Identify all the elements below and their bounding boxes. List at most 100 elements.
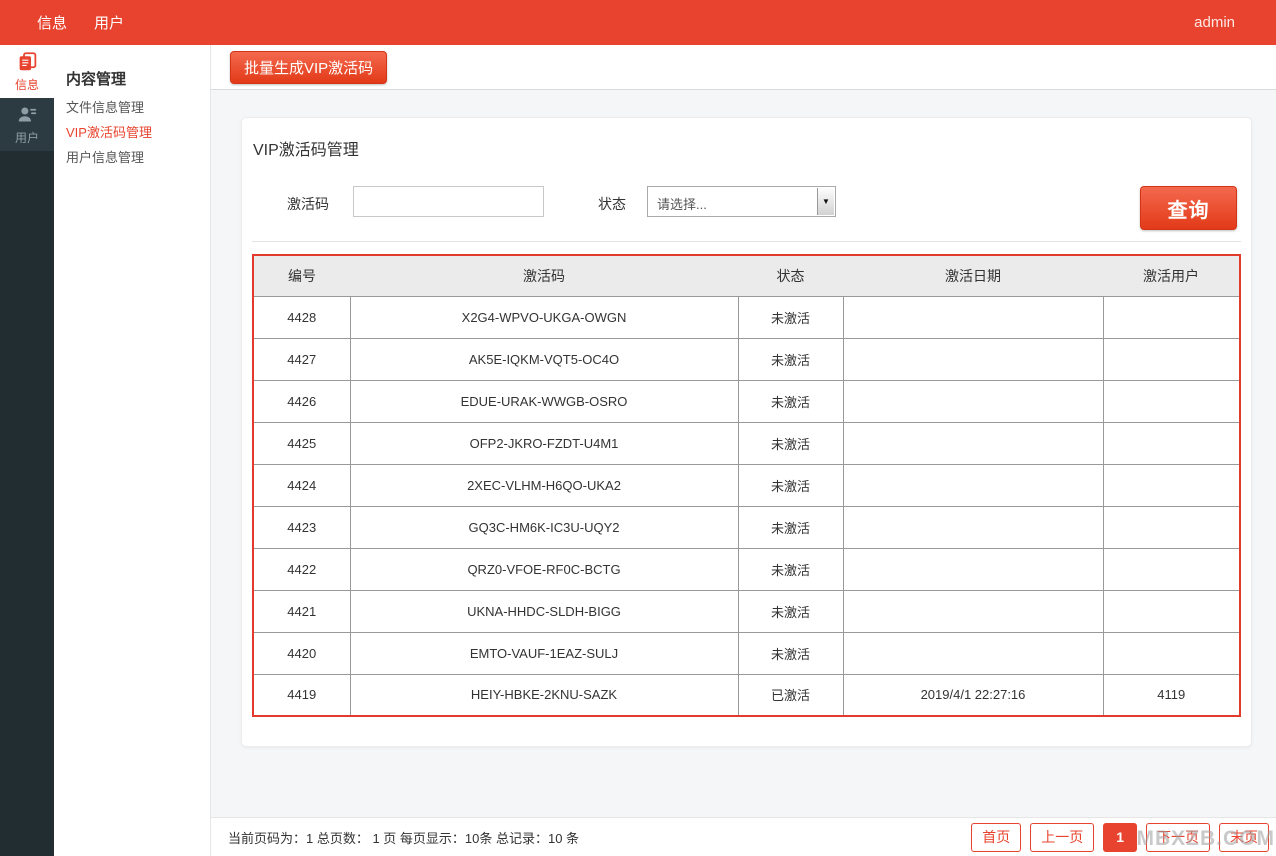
codes-table: 编号 激活码 状态 激活日期 激活用户 4428 X2G4-WPVO-UKGA-OWGN 未… <box>252 254 1241 717</box>
table-cell: 4424 <box>252 463 351 507</box>
column-header: 激活用户 <box>1103 255 1240 297</box>
top-nav-user[interactable]: 用户 <box>94 12 124 33</box>
status-select[interactable]: 请选择... ▼ <box>647 186 836 217</box>
column-header: 激活码 <box>350 255 738 297</box>
page-button-current[interactable]: 1 <box>1103 822 1137 852</box>
table-cell: 未激活 <box>737 379 844 423</box>
table-cell <box>1102 379 1241 423</box>
code-field-label: 激活码 <box>287 196 329 212</box>
table-row: 4420 EMTO-VAUF-1EAZ-SULJ 未激活 <box>252 631 1241 675</box>
pagination-button[interactable]: 首页 <box>971 822 1022 852</box>
documents-icon <box>17 51 38 75</box>
table-cell: 未激活 <box>737 337 844 381</box>
status-select-value: 请选择... <box>657 197 707 212</box>
table-cell <box>1102 547 1241 591</box>
rail-item-info[interactable]: 信息 <box>0 45 54 98</box>
table-cell <box>1102 337 1241 381</box>
table-row: 4426 EDUE-URAK-WWGB-OSRO 未激活 <box>252 379 1241 423</box>
table-cell <box>842 463 1104 507</box>
form-divider <box>252 241 1241 242</box>
table-cell: 未激活 <box>737 547 844 591</box>
table-cell: 未激活 <box>737 421 844 465</box>
table-cell <box>842 631 1104 675</box>
table-header-row: 编号 激活码 状态 激活日期 激活用户 <box>253 255 1240 297</box>
table-cell: HEIY-HBKE-2KNU-SAZK <box>349 673 739 717</box>
column-header: 激活日期 <box>843 255 1103 297</box>
sidebar: 内容管理 文件信息管理 VIP激活码管理 用户信息管理 <box>54 45 211 856</box>
main-area: 批量生成VIP激活码 VIP激活码管理 激活码 状态 请选择... ▼ 查询 编… <box>211 45 1276 856</box>
pagination-button[interactable]: 上一页 <box>1030 822 1095 852</box>
rail-item-user[interactable]: 用户 <box>0 98 54 151</box>
sidebar-item-vip-codes[interactable]: VIP激活码管理 <box>66 126 210 139</box>
logged-in-user[interactable]: admin <box>1194 14 1235 31</box>
table-cell: 已激活 <box>737 673 844 717</box>
status-field-label: 状态 <box>598 196 626 212</box>
rail-item-label: 信息 <box>14 77 39 92</box>
table-cell: 2XEC-VLHM-H6QO-UKA2 <box>349 463 739 507</box>
table-cell: 4428 <box>252 295 351 339</box>
panel-title: VIP激活码管理 <box>253 142 359 159</box>
table-cell: 4119 <box>1102 673 1241 717</box>
table-cell: 4427 <box>252 337 351 381</box>
table-cell: 未激活 <box>737 295 844 339</box>
sidebar-item-user-info[interactable]: 用户信息管理 <box>66 151 210 164</box>
table-cell <box>842 379 1104 423</box>
table-row: 4424 2XEC-VLHM-H6QO-UKA2 未激活 <box>252 463 1241 507</box>
table-cell: QRZ0-VFOE-RF0C-BCTG <box>349 547 739 591</box>
pagination-button[interactable]: 下一页 <box>1146 822 1210 852</box>
table-row: 4422 QRZ0-VFOE-RF0C-BCTG 未激活 <box>252 547 1241 591</box>
table-cell: 2019/4/1 22:27:16 <box>842 673 1104 717</box>
table-wrapper: 编号 激活码 状态 激活日期 激活用户 4428 X2G4-WPVO-UKGA-OWGN 未… <box>252 254 1241 717</box>
icon-rail: 信息 用户 <box>0 45 54 856</box>
table-cell <box>842 421 1104 465</box>
activation-code-input[interactable] <box>353 186 544 217</box>
top-bar: 信息 用户 admin <box>0 0 1276 45</box>
table-row: 4427 AK5E-IQKM-VQT5-OC4O 未激活 <box>252 337 1241 381</box>
pagination: 首页 上一页 1 下一页 末页 <box>971 822 1269 852</box>
table-cell: 未激活 <box>737 589 844 633</box>
table-cell: 未激活 <box>737 505 844 549</box>
table-cell: X2G4-WPVO-UKGA-OWGN <box>349 295 739 339</box>
table-cell: 4420 <box>252 631 351 675</box>
table-row: 4421 UKNA-HHDC-SLDH-BIGG 未激活 <box>252 589 1241 633</box>
top-nav: 信息 用户 <box>0 12 124 33</box>
table-cell: EMTO-VAUF-1EAZ-SULJ <box>349 631 739 675</box>
table-cell <box>842 547 1104 591</box>
table-body: 4428 X2G4-WPVO-UKGA-OWGN 未激活 4427 AK5E-IQKM-… <box>252 295 1241 717</box>
table-cell: OFP2-JKRO-FZDT-U4M1 <box>349 421 739 465</box>
table-cell <box>842 337 1104 381</box>
table-cell: 4419 <box>252 673 351 717</box>
table-cell: 4422 <box>252 547 351 591</box>
table-cell <box>842 295 1104 339</box>
table-cell: 4425 <box>252 421 351 465</box>
table-cell <box>842 505 1104 549</box>
table-row: 4428 X2G4-WPVO-UKGA-OWGN 未激活 <box>252 295 1241 339</box>
table-cell: 4421 <box>252 589 351 633</box>
sidebar-item-file-info[interactable]: 文件信息管理 <box>66 101 210 114</box>
vip-codes-panel: VIP激活码管理 激活码 状态 请选择... ▼ 查询 编号 激活码 状态 激活日期激… <box>241 117 1252 747</box>
table-cell: AK5E-IQKM-VQT5-OC4O <box>349 337 739 381</box>
user-icon <box>17 104 38 128</box>
batch-generate-button[interactable]: 批量生成VIP激活码 <box>230 50 388 84</box>
column-header: 编号 <box>253 255 350 297</box>
table-row: 4425 OFP2-JKRO-FZDT-U4M1 未激活 <box>252 421 1241 465</box>
table-cell <box>1102 631 1241 675</box>
table-cell <box>1102 505 1241 549</box>
table-cell: UKNA-HHDC-SLDH-BIGG <box>349 589 739 633</box>
search-button[interactable]: 查询 <box>1140 186 1237 230</box>
rail-item-label: 用户 <box>14 130 39 145</box>
table-cell: 4426 <box>252 379 351 423</box>
table-cell <box>1102 589 1241 633</box>
top-nav-info[interactable]: 信息 <box>37 12 67 33</box>
page-summary: 当前页码为：1 总页数： 1 页 每页显示：10条 总记录：10 条 <box>228 830 580 846</box>
pagination-button[interactable]: 末页 <box>1219 822 1269 852</box>
toolbar: 批量生成VIP激活码 <box>211 45 1276 90</box>
sidebar-heading-content-mgmt[interactable]: 内容管理 <box>66 68 210 89</box>
table-cell: 未激活 <box>737 631 844 675</box>
table-cell <box>842 589 1104 633</box>
pagination-footer: 当前页码为：1 总页数： 1 页 每页显示：10条 总记录：10 条 首页 上一页… <box>211 817 1276 856</box>
chevron-down-icon[interactable]: ▼ <box>817 188 834 215</box>
table-row: 4423 GQ3C-HM6K-IC3U-UQY2 未激活 <box>252 505 1241 549</box>
table-cell: 未激活 <box>737 463 844 507</box>
column-header: 状态 <box>738 255 843 297</box>
